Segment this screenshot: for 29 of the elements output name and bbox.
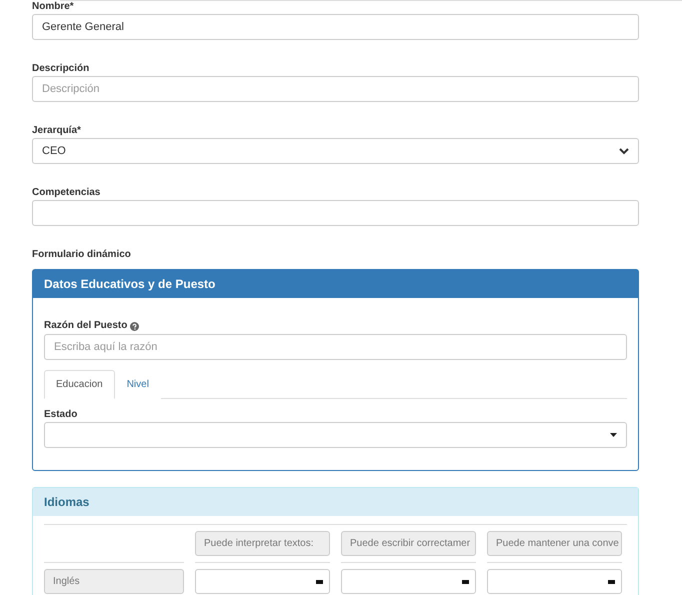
column-header: Puede mantener una conve	[487, 531, 622, 556]
dash-icon	[316, 580, 323, 584]
field-label: Razón del Puesto	[44, 320, 128, 332]
section-label: Formulario dinámico	[32, 249, 132, 261]
column-header: Puede escribir correctamer	[341, 531, 476, 556]
input-field[interactable]: Descripción	[32, 76, 639, 102]
field-label: Nombre*	[32, 1, 75, 13]
field-label: Estado	[44, 409, 78, 421]
select-field[interactable]	[195, 569, 330, 594]
field-label: Jerarquía*	[32, 125, 82, 137]
select-field[interactable]	[44, 422, 627, 448]
field-label: Descripción	[32, 63, 90, 75]
language-field: Inglés	[44, 569, 184, 594]
help-icon	[130, 322, 140, 330]
field-label: Competencias	[32, 187, 102, 199]
select-field[interactable]: CEO	[32, 138, 639, 164]
panel-title: Datos Educativos y de Puesto	[33, 270, 638, 298]
select-field[interactable]	[341, 569, 476, 594]
panel-title: Idiomas	[33, 488, 638, 516]
caret-down-icon	[610, 433, 617, 437]
column-header: Puede interpretar textos:	[195, 531, 330, 556]
input-field[interactable]	[32, 200, 639, 226]
chevron-down-icon	[619, 148, 629, 154]
select-field[interactable]	[487, 569, 622, 594]
dash-icon	[608, 580, 615, 584]
tab[interactable]: Educacion	[44, 370, 115, 399]
input-field[interactable]: Gerente General	[32, 14, 639, 40]
dash-icon	[462, 580, 469, 584]
input-field[interactable]: Escriba aquí la razón	[44, 334, 627, 360]
